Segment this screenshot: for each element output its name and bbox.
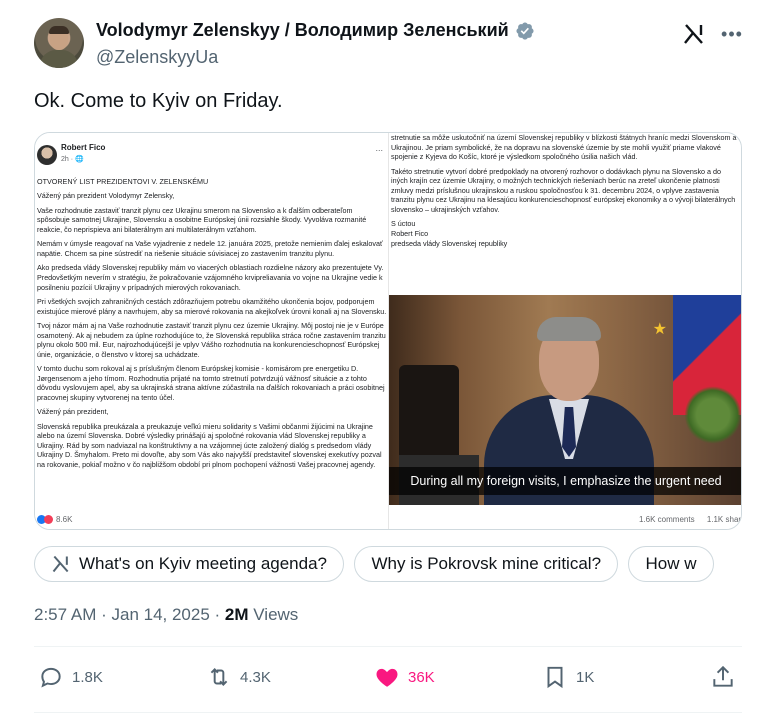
tweet-meta: 2:57 AM · Jan 14, 2025 · 2M Views xyxy=(34,605,298,625)
meta-separator: · xyxy=(209,605,225,624)
reply-icon xyxy=(41,667,61,688)
divider xyxy=(34,712,742,713)
eu-star-icon: ★ xyxy=(652,321,667,338)
grok-chip-label: How w xyxy=(645,554,697,573)
letter-paragraph: stretnutie sa môže uskutočniť na území S… xyxy=(391,133,737,162)
video-caption: During all my foreign visits, I emphasiz… xyxy=(389,467,741,495)
avatar-shirt xyxy=(40,50,78,68)
letter-paragraph: Vážený pán prezident Volodymyr Zelensky, xyxy=(37,191,175,201)
bookmark-button[interactable]: 1K xyxy=(542,664,594,690)
tweet-actions: 1.8K 4.3K 36K 1K xyxy=(34,660,742,696)
reply-button[interactable]: 1.8K xyxy=(38,664,103,690)
grok-suggestion-chips: What's on Kyiv meeting agenda? Why is Po… xyxy=(34,546,758,584)
letter-text-left: OTVORENÝ LIST PREZIDENTOVI V. ZELENSKÉMU… xyxy=(37,177,387,474)
tweet-date[interactable]: Jan 14, 2025 xyxy=(111,605,209,624)
letter-paragraph: Takéto stretnutie vytvorí dobré predpokl… xyxy=(391,166,736,214)
fb-shares-count: 1.1K shar xyxy=(706,515,742,524)
letter-text-right: stretnutie sa môže uskutočniť na území S… xyxy=(391,133,739,253)
fb-comments-count: 1.6K comments xyxy=(639,515,695,524)
author-handle[interactable]: @ZelenskyyUa xyxy=(96,47,218,68)
fb-author-name: Robert Fico xyxy=(61,143,106,152)
letter-signature: S úctou Robert Fico predseda vlády Slove… xyxy=(391,219,508,248)
fb-counts: 1.6K comments 1.1K shar xyxy=(629,515,741,524)
share-button[interactable] xyxy=(710,664,736,690)
fb-reactions-count: 8.6K xyxy=(56,515,73,524)
fb-time-value: 2h xyxy=(61,156,69,163)
tweet-media[interactable]: Robert Fico 2h · 🌐 ... OTVORENÝ LIST PRE… xyxy=(34,132,742,530)
like-button[interactable]: 36K xyxy=(374,664,435,690)
author-avatar[interactable] xyxy=(34,18,84,68)
reply-count: 1.8K xyxy=(72,668,103,686)
love-reaction-icon xyxy=(44,515,53,524)
repost-count: 4.3K xyxy=(240,668,271,686)
heart-icon xyxy=(376,668,398,687)
divider xyxy=(34,646,742,647)
tweet-time[interactable]: 2:57 AM xyxy=(34,605,96,624)
grok-icon xyxy=(52,555,69,573)
grok-chip-label: Why is Pokrovsk mine critical? xyxy=(371,554,602,573)
letter-paragraph: Slovenská republika preukázala a preukaz… xyxy=(37,421,382,470)
views-label: Views xyxy=(248,605,299,624)
bookmark-icon xyxy=(547,666,563,689)
media-letter-right: stretnutie sa môže uskutočniť na území S… xyxy=(389,133,741,529)
avatar-hair xyxy=(49,26,69,34)
more-options-icon[interactable]: ••• xyxy=(720,22,744,46)
fb-avatar xyxy=(37,145,57,165)
grok-chip[interactable]: How w xyxy=(628,546,714,582)
name-row: Volodymyr Zelenskyy / Володимир Зеленськ… xyxy=(96,20,535,41)
letter-paragraph: OTVORENÝ LIST PREZIDENTOVI V. ZELENSKÉMU xyxy=(37,177,209,186)
author-display-name[interactable]: Volodymyr Zelenskyy / Володимир Зеленськ… xyxy=(96,20,509,41)
letter-paragraph: Vaše rozhodnutie zastaviť tranzit plynu … xyxy=(37,205,367,234)
video-speaker-hair xyxy=(537,317,601,341)
letter-paragraph: Pri všetkých svojich zahraničných cestác… xyxy=(37,296,387,316)
tweet-header: Volodymyr Zelenskyy / Володимир Зеленськ… xyxy=(34,16,744,72)
grok-icon[interactable] xyxy=(682,22,706,46)
grok-chip[interactable]: Why is Pokrovsk mine critical? xyxy=(354,546,619,582)
tweet-text: Ok. Come to Kyiv on Friday. xyxy=(34,90,283,112)
letter-paragraph: Nemám v úmysle reagovať na Vaše vyjadren… xyxy=(37,239,383,258)
letter-paragraph: Ako predseda vlády Slovenskej republiky … xyxy=(37,263,384,292)
bookmark-count: 1K xyxy=(576,668,595,686)
letter-paragraph: Vážený pán prezident, xyxy=(37,407,109,417)
views-count[interactable]: 2M xyxy=(225,605,249,624)
repost-icon xyxy=(210,668,228,686)
letter-paragraph: Tvoj názor mám aj na Vaše rozhodnutie za… xyxy=(37,320,386,359)
video-player[interactable]: ★ During all my foreign visits, I emphas… xyxy=(389,295,741,505)
fb-post-header: Robert Fico 2h · 🌐 ... xyxy=(35,143,388,171)
like-count: 36K xyxy=(408,668,435,686)
media-letter-left: Robert Fico 2h · 🌐 ... OTVORENÝ LIST PRE… xyxy=(35,133,389,529)
video-caption-text: During all my foreign visits, I emphasiz… xyxy=(410,474,722,488)
fb-more-icon: ... xyxy=(375,143,383,153)
meta-separator: · xyxy=(96,605,112,624)
verified-badge-icon[interactable] xyxy=(515,21,535,41)
grok-chip[interactable]: What's on Kyiv meeting agenda? xyxy=(34,546,345,582)
fb-post-footer: 8.6K 1.6K comments 1.1K shar xyxy=(35,511,741,529)
grok-chip-label: What's on Kyiv meeting agenda? xyxy=(79,554,328,573)
fb-reactions: 8.6K xyxy=(37,515,72,524)
fb-post-time: 2h · 🌐 xyxy=(61,156,84,163)
video-plant xyxy=(685,385,741,445)
share-icon xyxy=(713,665,733,687)
repost-button[interactable]: 4.3K xyxy=(206,664,271,690)
letter-paragraph: V tomto duchu som rokoval aj s príslušný… xyxy=(37,364,385,402)
